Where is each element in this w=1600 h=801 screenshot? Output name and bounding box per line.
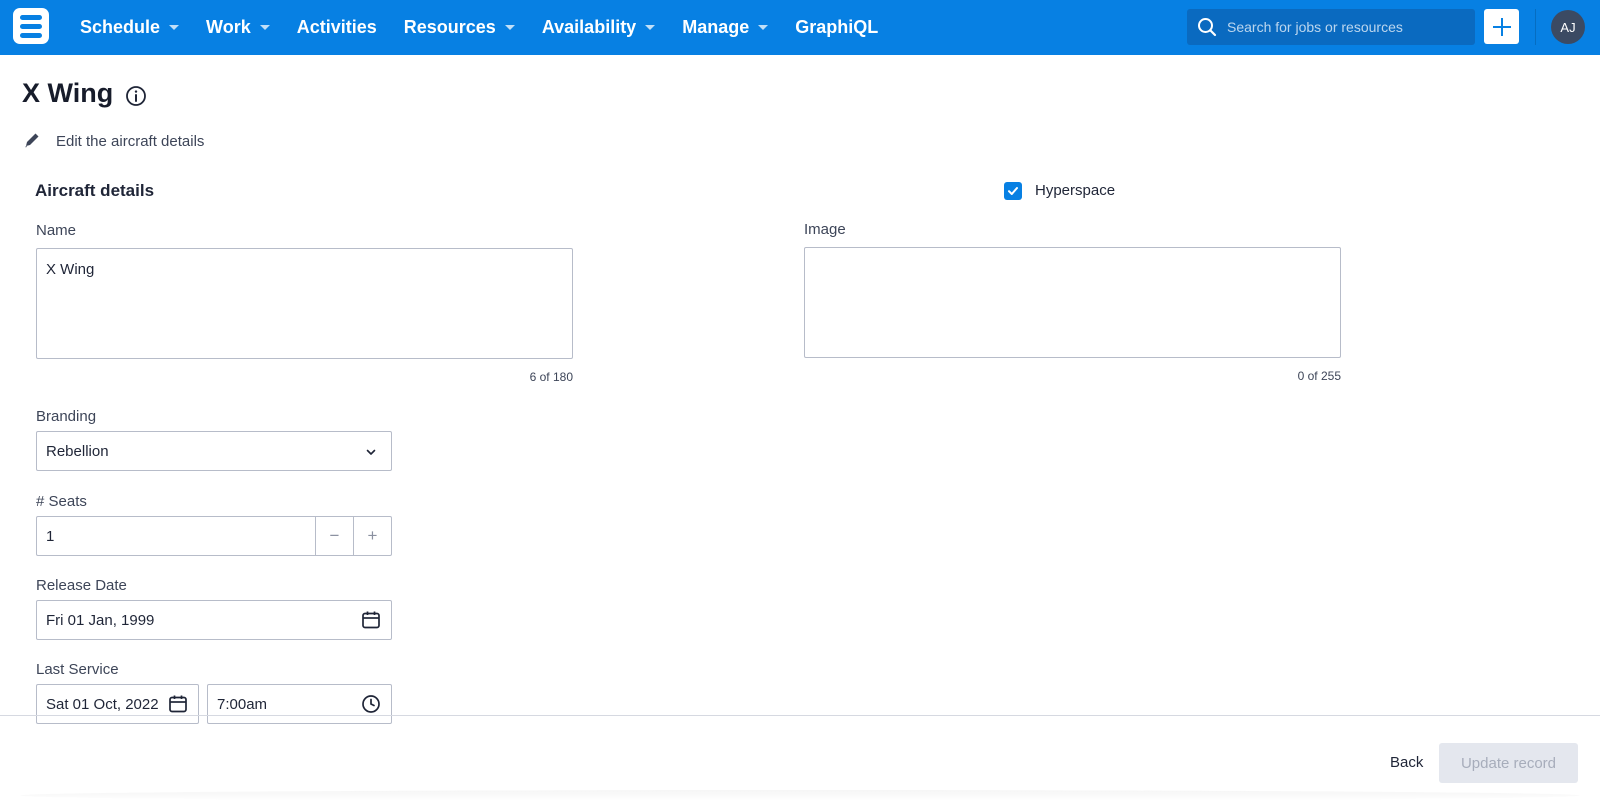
last-service-time-field[interactable]: 7:00am xyxy=(207,684,392,724)
footer-divider xyxy=(0,715,1600,716)
branding-select[interactable]: Rebellion xyxy=(36,431,392,471)
nav-divider xyxy=(1535,9,1536,45)
back-button[interactable]: Back xyxy=(1390,754,1423,771)
last-service-date-value: Sat 01 Oct, 2022 xyxy=(46,695,159,713)
seats-input[interactable]: 1 xyxy=(37,517,315,555)
name-label: Name xyxy=(36,222,77,239)
chevron-down-icon xyxy=(366,449,376,455)
caret-down-icon xyxy=(504,25,515,30)
branding-select-value: Rebellion xyxy=(46,442,109,460)
nav-item-manage[interactable]: Manage xyxy=(682,17,769,38)
seats-label: # Seats xyxy=(36,493,87,510)
pencil-icon xyxy=(23,131,41,149)
seats-increment-button[interactable]: + xyxy=(353,517,391,555)
clock-icon[interactable] xyxy=(361,694,381,714)
page-subtitle: Edit the aircraft details xyxy=(56,133,205,150)
check-icon xyxy=(1008,187,1018,195)
app-logo-icon[interactable] xyxy=(13,8,49,44)
search-icon xyxy=(1189,9,1225,45)
section-title: Aircraft details xyxy=(35,181,155,200)
caret-down-icon xyxy=(259,25,270,30)
name-char-counter: 6 of 180 xyxy=(529,370,573,384)
nav-item-schedule[interactable]: Schedule xyxy=(80,17,180,38)
bottom-shadow xyxy=(20,790,1580,801)
update-record-button[interactable]: Update record xyxy=(1439,743,1578,783)
nav-item-resources[interactable]: Resources xyxy=(404,17,515,38)
nav-item-activities[interactable]: Activities xyxy=(297,17,377,38)
seats-decrement-button[interactable]: − xyxy=(315,517,353,555)
last-service-time-value: 7:00am xyxy=(217,695,268,713)
calendar-icon[interactable] xyxy=(361,610,381,630)
caret-down-icon xyxy=(758,25,769,30)
hyperspace-checkbox[interactable] xyxy=(1004,182,1022,200)
search-bar xyxy=(1187,9,1475,45)
last-service-label: Last Service xyxy=(36,661,119,678)
caret-down-icon xyxy=(645,25,656,30)
hyperspace-label: Hyperspace xyxy=(1035,182,1116,199)
caret-down-icon xyxy=(169,25,180,30)
plus-icon xyxy=(1492,17,1511,36)
nav-item-work[interactable]: Work xyxy=(206,17,270,38)
image-field[interactable] xyxy=(804,247,1341,358)
info-icon[interactable] xyxy=(125,85,147,107)
search-input[interactable] xyxy=(1227,19,1467,35)
nav-menu: Schedule Work Activities Resources Avail… xyxy=(80,0,905,55)
calendar-icon[interactable] xyxy=(168,694,188,714)
last-service-date-field[interactable]: Sat 01 Oct, 2022 xyxy=(36,684,199,724)
page-title: X Wing xyxy=(22,78,114,108)
name-field[interactable] xyxy=(36,248,573,359)
user-avatar[interactable]: AJ xyxy=(1551,10,1585,44)
nav-item-graphiql[interactable]: GraphiQL xyxy=(795,17,878,38)
seats-stepper: 1 − + xyxy=(36,516,392,556)
release-date-value: Fri 01 Jan, 1999 xyxy=(46,611,155,629)
release-date-label: Release Date xyxy=(36,577,127,594)
release-date-field[interactable]: Fri 01 Jan, 1999 xyxy=(36,600,392,640)
add-button[interactable] xyxy=(1484,9,1519,44)
top-nav-bar: Schedule Work Activities Resources Avail… xyxy=(0,0,1600,55)
image-label: Image xyxy=(804,221,846,238)
image-char-counter: 0 of 255 xyxy=(1297,369,1341,383)
nav-item-availability[interactable]: Availability xyxy=(542,17,656,38)
branding-label: Branding xyxy=(36,408,97,425)
